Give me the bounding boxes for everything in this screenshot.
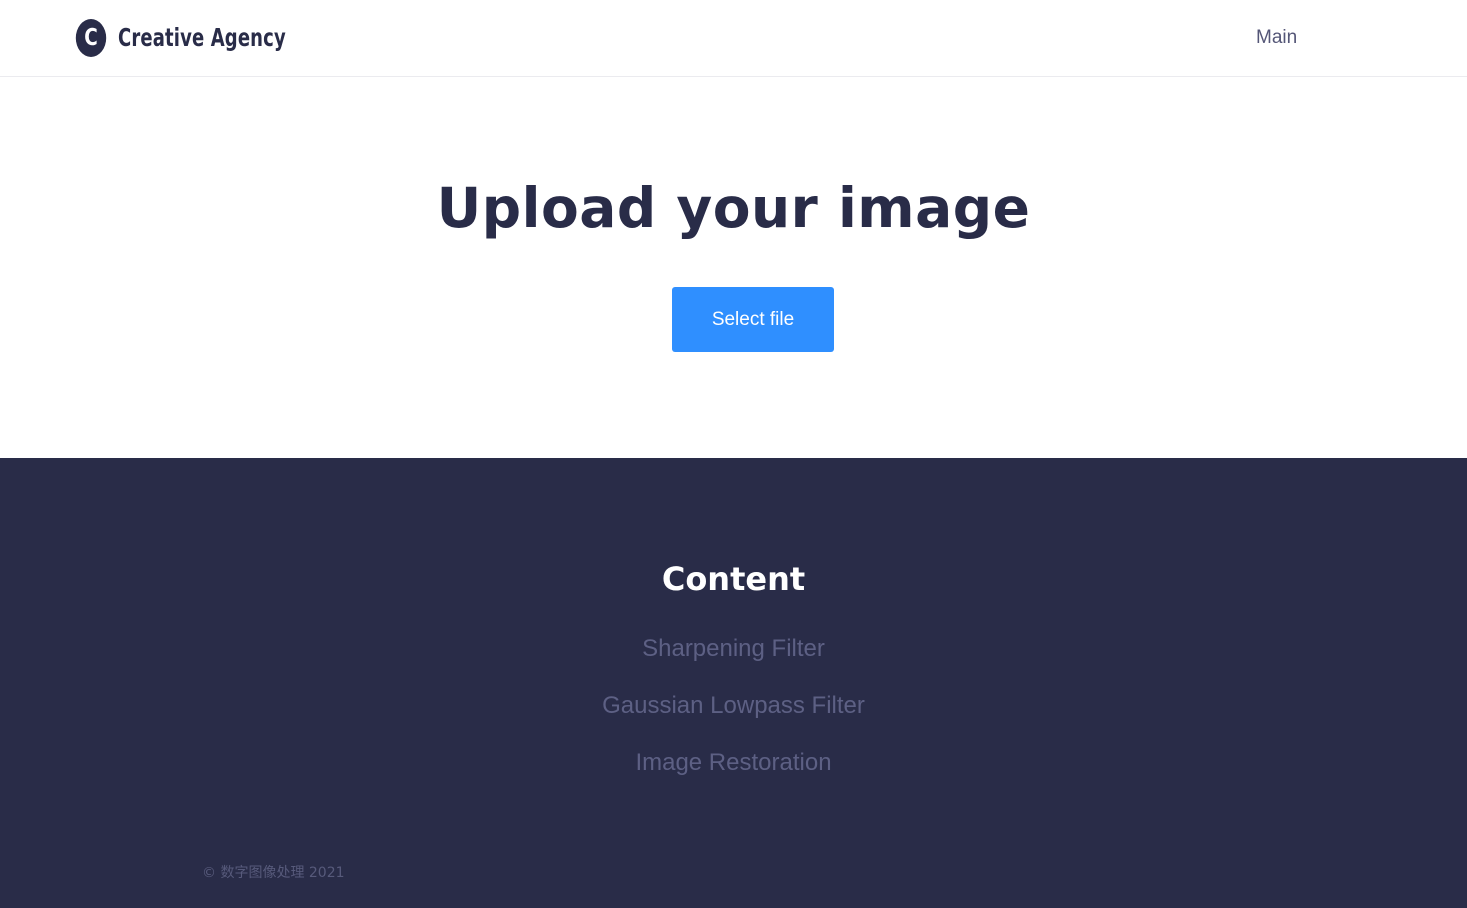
footer-link-sharpening-filter[interactable]: Sharpening Filter [642,635,825,662]
nav-link-main[interactable]: Main [1256,26,1297,50]
footer-link-item: Image Restoration [0,747,1467,804]
site-header: C Creative Agency Main [0,0,1467,77]
page-title: Upload your image [436,176,1031,240]
footer-link-list: Sharpening Filter Gaussian Lowpass Filte… [0,633,1467,804]
footer-title: Content [661,560,806,598]
copyright-text: © 数字图像处理 2021 [202,865,345,881]
footer-link-item: Sharpening Filter [0,633,1467,690]
logo-icon: C [75,18,107,57]
brand-name: Creative Agency [118,23,286,52]
footer-link-item: Gaussian Lowpass Filter [0,690,1467,747]
brand-logo-link[interactable]: C Creative Agency [72,18,351,57]
upload-section: Upload your image Select file [0,78,1467,458]
footer-link-image-restoration[interactable]: Image Restoration [635,749,831,776]
footer-link-gaussian-lowpass-filter[interactable]: Gaussian Lowpass Filter [602,692,865,719]
site-footer: Content Sharpening Filter Gaussian Lowpa… [0,458,1467,908]
select-file-button[interactable]: Select file [672,287,834,352]
